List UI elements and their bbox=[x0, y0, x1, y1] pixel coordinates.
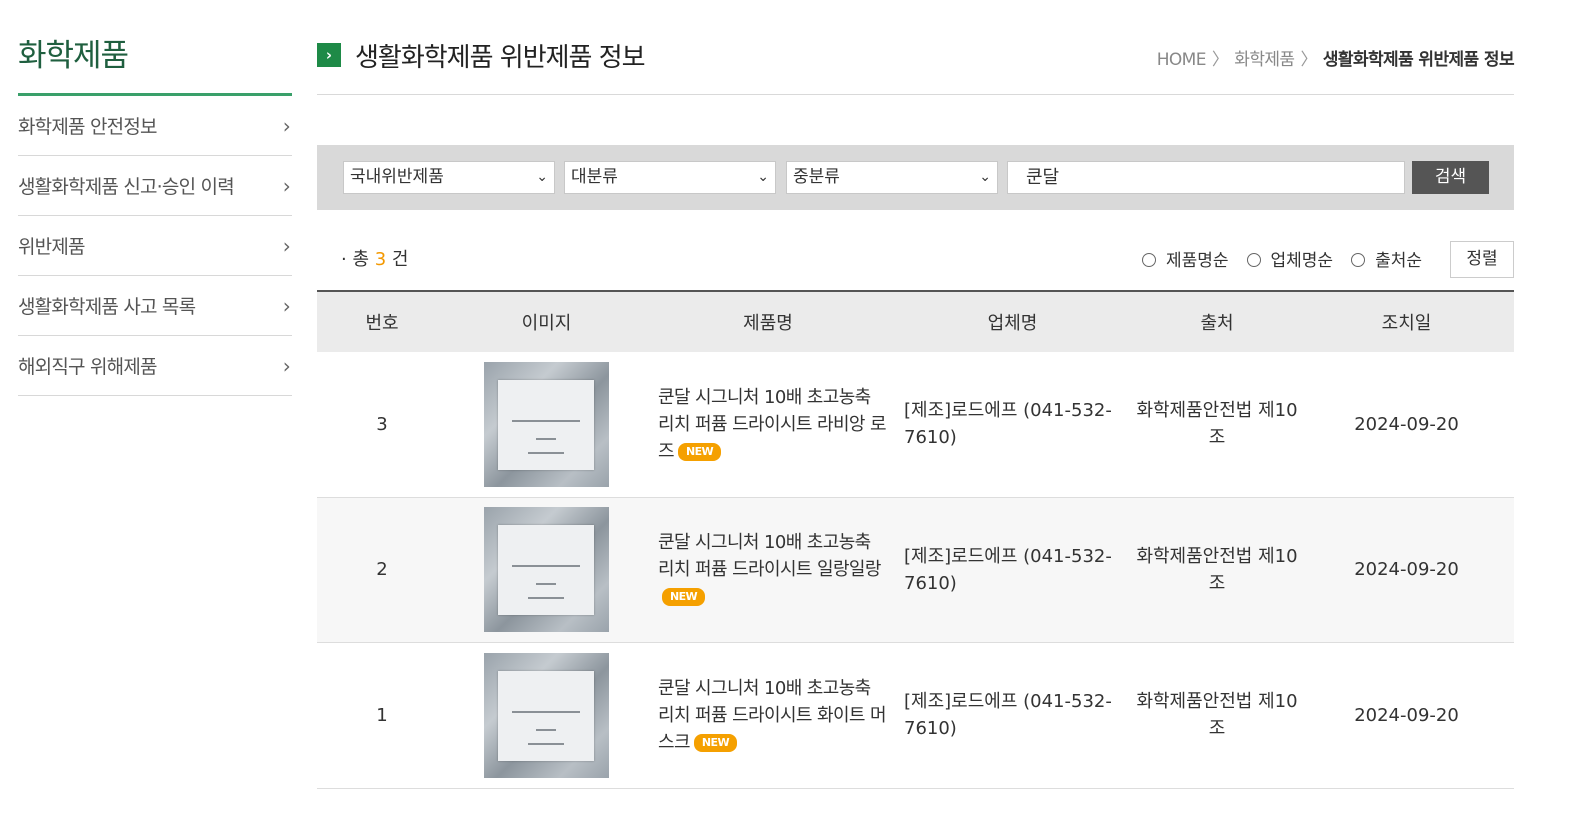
table-row[interactable]: 3 쿤달 시그니처 10배 초고농축 리치 퍼퓸 드라이시트 라비앙 로즈 NEW… bbox=[317, 352, 1514, 497]
new-badge: NEW bbox=[677, 442, 722, 461]
select-value: 중분류 bbox=[793, 167, 840, 187]
table-row[interactable]: 1 쿤달 시그니처 10배 초고농축 리치 퍼퓸 드라이시트 화이트 머스크 NE… bbox=[317, 642, 1514, 788]
breadcrumb-separator-icon: 〉 bbox=[1211, 50, 1229, 70]
cell-date: 2024-09-20 bbox=[1354, 704, 1459, 726]
cell-image bbox=[447, 352, 646, 497]
column-header-date: 조치일 bbox=[1381, 313, 1432, 334]
chevron-right-icon: › bbox=[282, 113, 291, 138]
cell-company: [제조]로드에프 (041-532-7610) bbox=[904, 691, 1112, 739]
product-image-paper bbox=[498, 379, 594, 470]
chevron-right-icon: › bbox=[282, 173, 291, 198]
product-image-paper bbox=[498, 525, 594, 615]
sidebar-item-label: 위반제품 bbox=[18, 236, 86, 258]
chevron-right-icon: › bbox=[282, 353, 291, 378]
sidebar-item-label: 화학제품 안전정보 bbox=[18, 116, 157, 138]
select-value: 대분류 bbox=[571, 167, 618, 187]
cell-product-name[interactable]: 쿤달 시그니처 10배 초고농축 리치 퍼퓸 드라이시트 화이트 머스크 NEW bbox=[646, 642, 890, 788]
cell-no: 1 bbox=[376, 704, 388, 726]
middle-category-select[interactable]: 중분류 ⌄ bbox=[786, 161, 998, 194]
radio-icon bbox=[1141, 253, 1156, 267]
cell-source: 화학제품안전법 제10조 bbox=[1136, 400, 1298, 449]
cell-company: [제조]로드에프 (041-532-7610) bbox=[904, 545, 1112, 594]
result-count-suffix: 건 bbox=[386, 249, 409, 270]
page-title: 생활화학제품 위반제품 정보 bbox=[355, 43, 646, 73]
cell-source: 화학제품안전법 제10조 bbox=[1136, 545, 1298, 594]
product-image[interactable] bbox=[484, 652, 609, 778]
cell-image bbox=[447, 497, 646, 642]
product-image-paper bbox=[498, 670, 594, 761]
chevron-right-icon: › bbox=[282, 233, 291, 258]
result-count-number: 3 bbox=[374, 249, 387, 270]
page-header: › 생활화학제품 위반제품 정보 HOME 〉 화학제품 〉 생활화학제품 위반제품 정… bbox=[317, 30, 1515, 95]
sidebar-item-accidents[interactable]: 생활화학제품 사고 목록 › bbox=[18, 276, 292, 336]
column-header-name: 제품명 bbox=[743, 313, 793, 334]
sort-options: 제품명순 업체명순 출처순 bbox=[1141, 246, 1422, 271]
radio-label: 제품명순 bbox=[1165, 251, 1229, 271]
product-image[interactable] bbox=[484, 361, 609, 487]
column-header-company: 업체명 bbox=[987, 313, 1038, 334]
sidebar-item-violations[interactable]: 위반제품 › bbox=[18, 216, 292, 276]
radio-label: 출처순 bbox=[1375, 251, 1422, 271]
search-input[interactable]: 쿤달 bbox=[1007, 161, 1405, 194]
product-name: 쿤달 시그니처 10배 초고농축 리치 퍼퓸 드라이시트 일랑일랑 bbox=[658, 532, 881, 580]
sidebar-item-overseas-hazard[interactable]: 해외직구 위해제품 › bbox=[18, 336, 292, 396]
cell-no: 2 bbox=[376, 559, 388, 580]
table-header-row: 번호 이미지 제품명 업체명 출처 조치일 bbox=[317, 291, 1514, 352]
column-header-source: 출처 bbox=[1200, 313, 1234, 334]
category-type-select[interactable]: 국내위반제품 ⌄ bbox=[343, 161, 555, 194]
chevron-right-icon: › bbox=[282, 293, 291, 318]
cell-no: 3 bbox=[376, 413, 388, 435]
search-bar: 국내위반제품 ⌄ 대분류 ⌄ 중분류 ⌄ 쿤달 검색 bbox=[317, 145, 1514, 210]
results-table: 번호 이미지 제품명 업체명 출처 조치일 3 쿤달 시그니처 10배 초고농축… bbox=[317, 290, 1514, 789]
main-content: › 생활화학제품 위반제품 정보 HOME 〉 화학제품 〉 생활화학제품 위반제품 정… bbox=[317, 30, 1515, 788]
sort-by-source-radio[interactable]: 출처순 bbox=[1351, 246, 1422, 271]
search-button[interactable]: 검색 bbox=[1412, 161, 1489, 194]
radio-icon bbox=[1246, 253, 1261, 267]
sidebar-item-label: 해외직구 위해제품 bbox=[18, 356, 157, 378]
breadcrumb-current: 생활화학제품 위반제품 정보 bbox=[1322, 50, 1515, 70]
new-badge: NEW bbox=[662, 588, 706, 606]
product-name: 쿤달 시그니처 10배 초고농축 리치 퍼퓸 드라이시트 화이트 머스크 bbox=[658, 677, 887, 753]
select-value: 국내위반제품 bbox=[350, 167, 444, 187]
column-header-image: 이미지 bbox=[521, 313, 572, 334]
table-row[interactable]: 2 쿤달 시그니처 10배 초고농축 리치 퍼퓸 드라이시트 일랑일랑 NEW [… bbox=[317, 497, 1514, 642]
breadcrumb-home[interactable]: HOME bbox=[1157, 50, 1207, 70]
cell-product-name[interactable]: 쿤달 시그니처 10배 초고농축 리치 퍼퓸 드라이시트 일랑일랑 NEW bbox=[646, 497, 890, 642]
major-category-select[interactable]: 대분류 ⌄ bbox=[564, 161, 776, 194]
chevron-down-icon: ⌄ bbox=[536, 169, 548, 185]
result-count: · 총 3 건 bbox=[341, 245, 408, 271]
product-image[interactable] bbox=[484, 507, 609, 632]
breadcrumb-chemicals[interactable]: 화학제품 bbox=[1234, 50, 1295, 70]
column-header-no: 번호 bbox=[365, 313, 399, 334]
cell-product-name[interactable]: 쿤달 시그니처 10배 초고농축 리치 퍼퓸 드라이시트 라비앙 로즈 NEW bbox=[646, 352, 890, 497]
cell-date: 2024-09-20 bbox=[1354, 413, 1459, 435]
cell-source: 화학제품안전법 제10조 bbox=[1136, 691, 1298, 739]
sidebar-item-report-history[interactable]: 생활화학제품 신고·승인 이력 › bbox=[18, 156, 292, 216]
sidebar-item-safety-info[interactable]: 화학제품 안전정보 › bbox=[18, 96, 292, 156]
sidebar: 화학제품 화학제품 안전정보 › 생활화학제품 신고·승인 이력 › 위반제품 … bbox=[18, 30, 292, 396]
chevron-down-icon: ⌄ bbox=[757, 169, 769, 185]
cell-date: 2024-09-20 bbox=[1354, 559, 1459, 580]
sort-button[interactable]: 정렬 bbox=[1450, 241, 1514, 278]
breadcrumb: HOME 〉 화학제품 〉 생활화학제품 위반제품 정보 bbox=[1157, 45, 1515, 70]
sidebar-item-label: 생활화학제품 사고 목록 bbox=[18, 296, 196, 318]
sidebar-item-label: 생활화학제품 신고·승인 이력 bbox=[18, 176, 235, 198]
cell-image bbox=[447, 642, 646, 788]
result-count-prefix: · 총 bbox=[341, 249, 375, 270]
chevron-down-icon: ⌄ bbox=[979, 169, 991, 185]
cell-company: [제조]로드에프 (041-532-7610) bbox=[904, 400, 1112, 449]
arrow-right-icon: › bbox=[317, 43, 341, 67]
sidebar-title: 화학제품 bbox=[18, 30, 292, 96]
sort-by-product-radio[interactable]: 제품명순 bbox=[1141, 246, 1229, 271]
radio-label: 업체명순 bbox=[1270, 251, 1334, 271]
breadcrumb-separator-icon: 〉 bbox=[1300, 50, 1317, 70]
radio-icon bbox=[1351, 253, 1366, 267]
results-toolbar: · 총 3 건 제품명순 업체명순 출처순 정렬 bbox=[317, 241, 1514, 281]
new-badge: NEW bbox=[693, 733, 737, 752]
sort-by-company-radio[interactable]: 업체명순 bbox=[1246, 246, 1334, 271]
